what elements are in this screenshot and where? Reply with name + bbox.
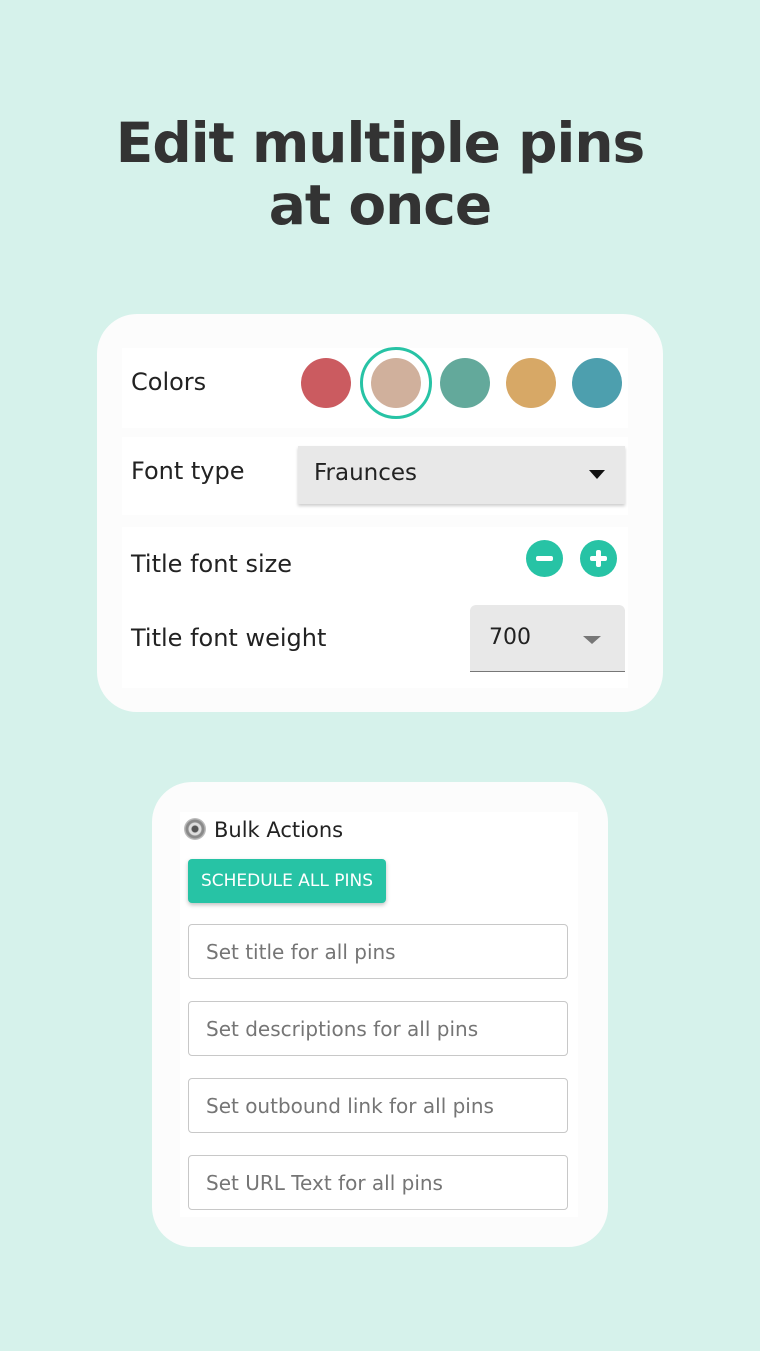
swatch-green[interactable] (440, 358, 490, 408)
schedule-all-pins-button[interactable]: SCHEDULE ALL PINS (188, 859, 386, 903)
swatch-blue[interactable] (572, 358, 622, 408)
colors-label: Colors (131, 368, 207, 396)
font-type-label: Font type (131, 457, 245, 485)
swatch-red[interactable] (301, 358, 351, 408)
headline-line-2: at once (268, 173, 492, 237)
minus-icon[interactable] (526, 540, 563, 577)
title-font-weight-label: Title font weight (131, 624, 327, 652)
caret-down-icon (589, 470, 605, 479)
plus-icon[interactable] (580, 540, 617, 577)
bulk-actions-title: Bulk Actions (214, 818, 344, 842)
swatch-tan[interactable] (371, 358, 421, 408)
title-font-size-label: Title font size (131, 550, 292, 578)
set-descriptions-input[interactable] (188, 1001, 568, 1056)
gear-icon (184, 818, 206, 840)
set-title-input[interactable] (188, 924, 568, 979)
caret-down-icon (583, 636, 601, 644)
title-font-weight-value: 700 (489, 625, 531, 650)
font-type-select[interactable]: Fraunces (298, 446, 625, 504)
font-type-value: Fraunces (314, 460, 418, 486)
swatch-yellow[interactable] (506, 358, 556, 408)
set-outbound-link-input[interactable] (188, 1078, 568, 1133)
title-font-weight-select[interactable]: 700 (470, 605, 625, 672)
set-url-text-input[interactable] (188, 1155, 568, 1210)
headline-line-1: Edit multiple pins (115, 111, 645, 175)
headline: Edit multiple pins at once (0, 112, 760, 236)
